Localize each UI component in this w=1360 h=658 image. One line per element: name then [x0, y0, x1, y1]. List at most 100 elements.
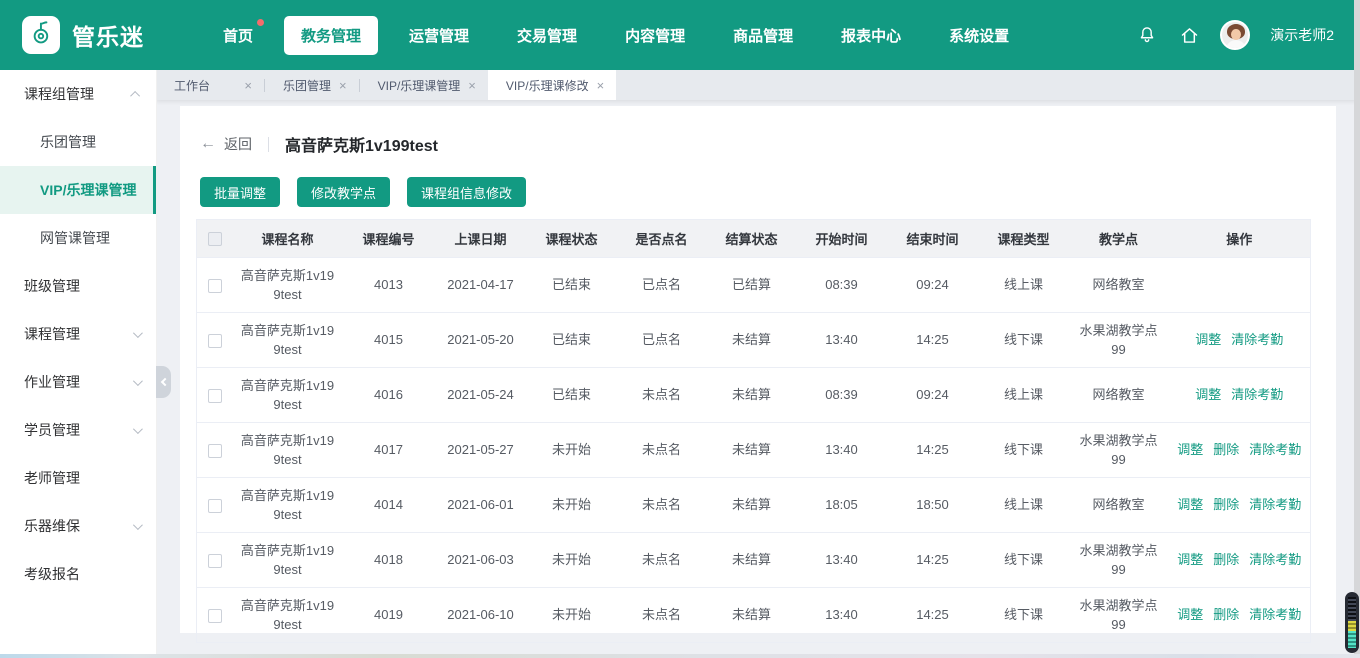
row-action-link[interactable]: 清除考勤 [1249, 607, 1301, 622]
row-checkbox[interactable] [207, 278, 222, 293]
modify-group-info-button[interactable]: 课程组信息修改 [407, 177, 527, 207]
cell-type: 线上课 [978, 477, 1069, 533]
table-row: 高音萨克斯1v199test 4019 2021-06-10 未开始 未点名 未结算 13:… [196, 587, 1311, 643]
row-action-link[interactable]: 清除考勤 [1231, 332, 1283, 347]
column-header-3: 课程状态 [526, 219, 617, 258]
sidebar-item-0-2[interactable]: 网管课管理 [0, 214, 156, 262]
cell-status: 已结束 [526, 312, 617, 368]
sidebar-item-7[interactable]: 考级报名 [0, 550, 156, 598]
sidebar-item-5[interactable]: 老师管理 [0, 454, 156, 502]
nav-item-label: 系统设置 [949, 27, 1010, 45]
column-header-2: 上课日期 [434, 219, 527, 258]
row-action-link[interactable]: 调整 [1195, 387, 1221, 402]
user-name[interactable]: 演示老师2 [1270, 25, 1334, 45]
row-action-link[interactable]: 删除 [1213, 607, 1239, 622]
nav-item-4[interactable]: 内容管理 [608, 16, 702, 55]
brand[interactable]: 管乐迷 [22, 16, 144, 54]
cell-rollcall: 未点名 [616, 422, 707, 478]
table-head: 课程名称 课程编号 上课日期 课程状态 是否点名 结算状态 开始时间 结束时间 课程类型 教学点操… [196, 219, 1311, 258]
row-checkbox[interactable] [207, 608, 222, 623]
tab-3[interactable]: VIP/乐理课修改 × [487, 70, 617, 100]
cell-rollcall: 未点名 [616, 477, 707, 533]
nav-item-7[interactable]: 系统设置 [932, 16, 1026, 55]
sidebar-item-0[interactable]: 课程组管理 [0, 70, 156, 118]
sidebar-item-3[interactable]: 作业管理 [0, 358, 156, 406]
sidebar-item-2[interactable]: 课程管理 [0, 310, 156, 358]
cell-type: 线上课 [978, 367, 1069, 423]
row-action-link[interactable]: 调整 [1177, 497, 1203, 512]
tab-close-icon[interactable]: × [468, 79, 476, 92]
batch-adjust-button[interactable]: 批量调整 [200, 177, 281, 207]
tab-2[interactable]: VIP/乐理课管理 × [360, 70, 488, 100]
row-action-link[interactable]: 调整 [1195, 332, 1221, 347]
cell-end: 18:50 [886, 477, 979, 533]
cell-date: 2021-06-10 [434, 587, 527, 643]
cell-settlement: 未结算 [706, 312, 797, 368]
taskbar-edge-strip [0, 654, 1360, 658]
row-checkbox[interactable] [207, 498, 222, 513]
cell-name: 高音萨克斯1v199test [232, 312, 343, 368]
page-scrollbar-thumb[interactable] [1345, 592, 1359, 653]
nav-item-2[interactable]: 运营管理 [392, 16, 486, 55]
cell-settlement: 未结算 [706, 422, 797, 478]
tab-close-icon[interactable]: × [339, 79, 347, 92]
user-avatar[interactable] [1220, 20, 1251, 50]
cell-start: 13:40 [796, 422, 887, 478]
sidebar-item-0-0[interactable]: 乐团管理 [0, 118, 156, 166]
bell-icon[interactable] [1136, 24, 1158, 46]
cell-date: 2021-06-01 [434, 477, 527, 533]
nav-item-label: 交易管理 [517, 27, 578, 45]
chevron-down-icon [132, 327, 143, 338]
row-action-link[interactable]: 删除 [1213, 442, 1239, 457]
sidebar-item-6[interactable]: 乐器维保 [0, 502, 156, 550]
cell-settlement: 未结算 [706, 477, 797, 533]
modify-venue-button[interactable]: 修改教学点 [297, 177, 391, 207]
page-scrollbar-track[interactable] [1354, 0, 1360, 654]
row-action-link[interactable]: 清除考勤 [1231, 387, 1283, 402]
row-action-link[interactable]: 调整 [1177, 607, 1203, 622]
nav-item-6[interactable]: 报表中心 [824, 16, 918, 55]
header-divider [268, 136, 269, 152]
row-checkbox[interactable] [207, 333, 222, 348]
back-button[interactable]: ← 返回 [200, 134, 252, 154]
row-checkbox[interactable] [207, 388, 222, 403]
nav-item-3[interactable]: 交易管理 [500, 16, 594, 55]
sidebar-item-1[interactable]: 班级管理 [0, 262, 156, 310]
cell-start: 08:39 [796, 367, 887, 423]
sidebar-item-0-1[interactable]: VIP/乐理课管理 [0, 166, 156, 214]
cell-name: 高音萨克斯1v199test [232, 532, 343, 588]
chevron-down-icon [132, 423, 143, 434]
table-row: 高音萨克斯1v199test 4016 2021-05-24 已结束 未点名 未结算 08:… [196, 367, 1311, 423]
row-action-link[interactable]: 删除 [1213, 552, 1239, 567]
tab-0[interactable]: 工作台 × [156, 70, 264, 100]
row-checkbox-cell [196, 257, 233, 313]
nav-item-0[interactable]: 首页 [206, 16, 270, 55]
cell-name: 高音萨克斯1v199test [232, 257, 343, 313]
row-checkbox[interactable] [207, 443, 222, 458]
cell-status: 已结束 [526, 257, 617, 313]
row-checkbox[interactable] [207, 553, 222, 568]
cell-start: 08:39 [796, 257, 887, 313]
sidebar-collapse-handle[interactable] [156, 366, 171, 398]
nav-item-1[interactable]: 教务管理 [284, 15, 379, 55]
row-action-link[interactable]: 清除考勤 [1249, 552, 1301, 567]
cell-actions: 调整 删除 清除考勤 [1168, 532, 1311, 588]
tab-1[interactable]: 乐团管理 × [265, 70, 359, 100]
home-icon[interactable] [1178, 24, 1200, 46]
cell-name: 高音萨克斯1v199test [232, 367, 343, 423]
page-header: ← 返回 高音萨克斯1v199test [196, 132, 1320, 156]
cell-name: 高音萨克斯1v199test [232, 422, 343, 478]
select-all-checkbox[interactable] [207, 232, 222, 247]
row-action-link[interactable]: 清除考勤 [1249, 442, 1301, 457]
avatar-body [1226, 40, 1247, 48]
row-action-link[interactable]: 删除 [1213, 497, 1239, 512]
row-action-link[interactable]: 清除考勤 [1249, 497, 1301, 512]
tab-close-icon[interactable]: × [244, 79, 252, 92]
row-action-link[interactable]: 调整 [1177, 442, 1203, 457]
tab-close-icon[interactable]: × [597, 79, 605, 92]
cell-type: 线下课 [978, 532, 1069, 588]
row-action-link[interactable]: 调整 [1177, 552, 1203, 567]
nav-item-5[interactable]: 商品管理 [716, 16, 810, 55]
cell-settlement: 未结算 [706, 532, 797, 588]
sidebar-item-4[interactable]: 学员管理 [0, 406, 156, 454]
